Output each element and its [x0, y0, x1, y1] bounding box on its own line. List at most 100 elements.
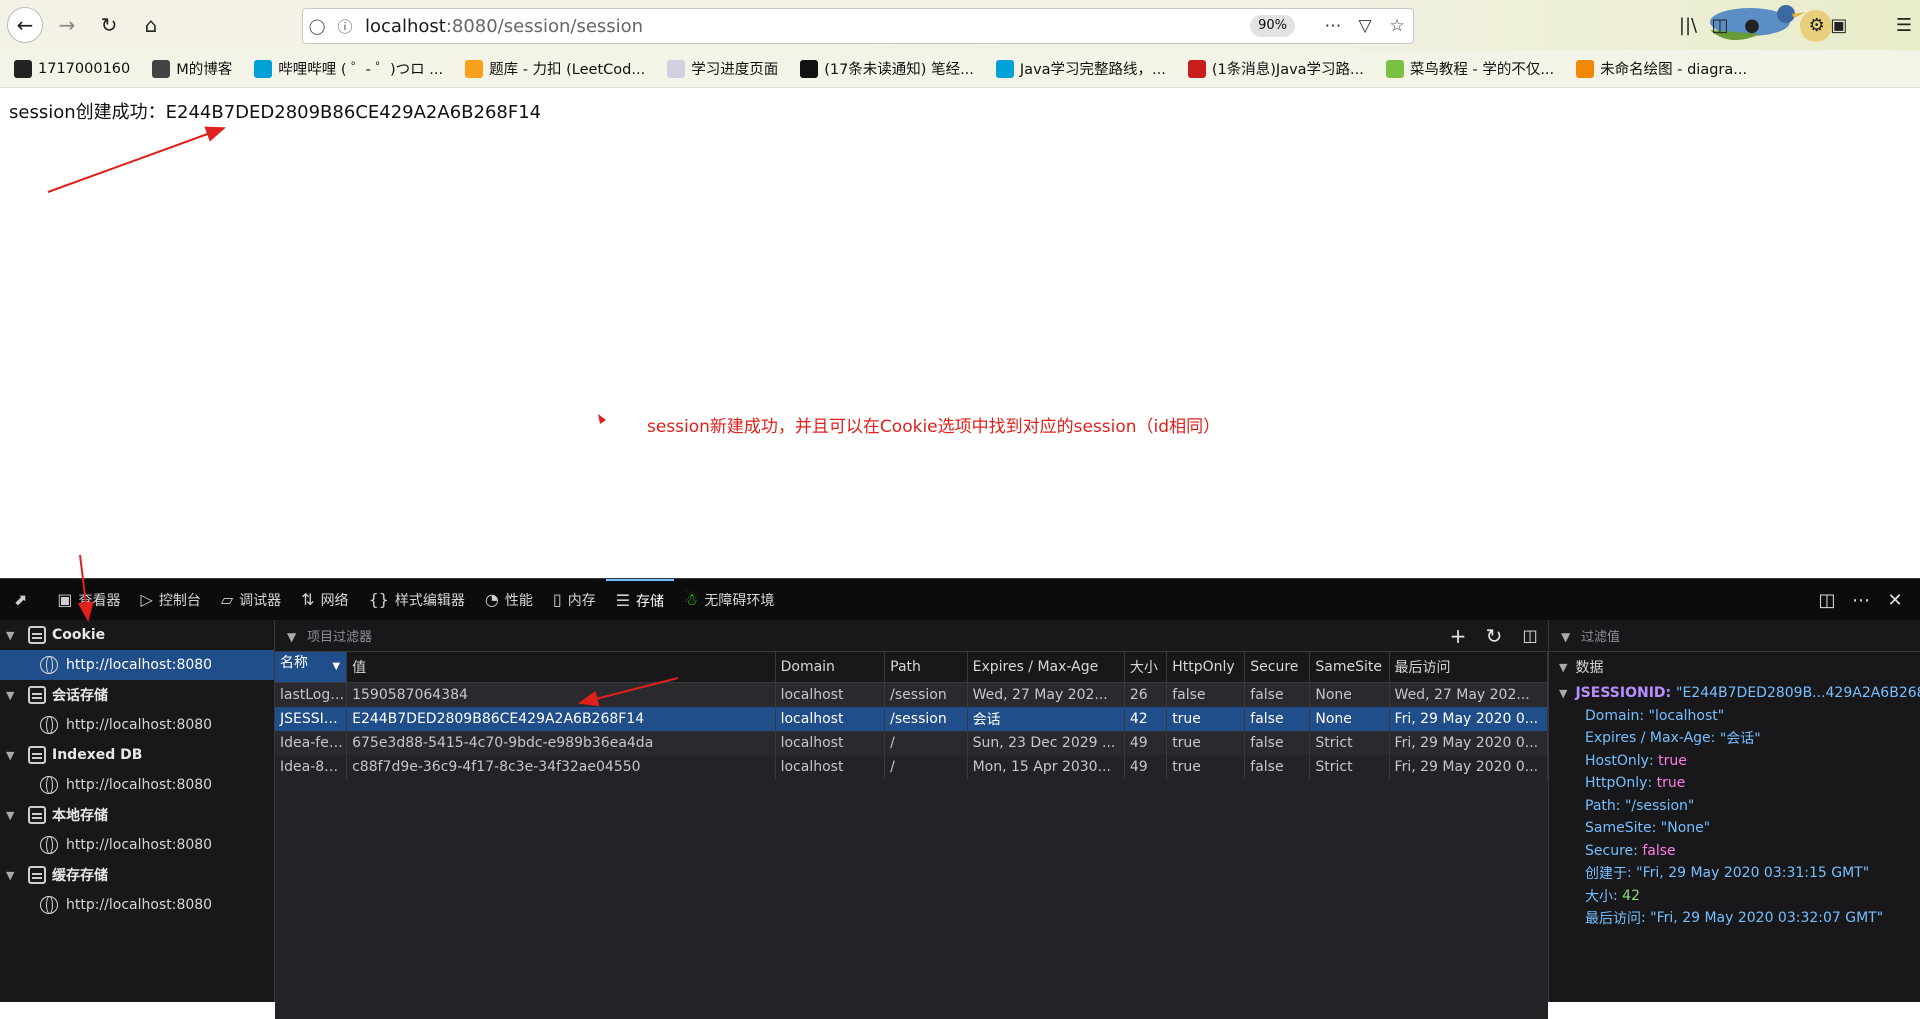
bookmark-item[interactable]: M的博客 [152, 58, 232, 79]
table-cell[interactable]: c88f7d9e-36c9-4f17-8c3e-34f32ae04550 [346, 754, 776, 779]
sidebar-icon[interactable]: ◫ [1704, 15, 1736, 36]
table-cell[interactable]: localhost [775, 706, 886, 731]
pocket-icon[interactable]: ▽ [1349, 16, 1381, 36]
column-header[interactable]: 名称 ▼ [275, 652, 348, 683]
column-header[interactable]: 值 [346, 652, 776, 683]
column-header[interactable]: HttpOnly [1166, 652, 1246, 683]
close-icon[interactable]: ✕ [1878, 590, 1912, 611]
devtools-tab[interactable]: ⇅ 网络 [291, 579, 358, 621]
back-button[interactable]: ← [7, 7, 43, 43]
storage-origin-item[interactable]: http://localhost:8080 [0, 890, 274, 920]
column-header[interactable]: 最后访问 [1389, 652, 1549, 683]
devtools-tab[interactable]: ▯ 内存 [543, 579, 606, 621]
details-field[interactable]: 大小: 42 [1549, 885, 1920, 908]
bookmark-item[interactable]: 未命名绘图 - diagra... [1576, 58, 1747, 79]
details-field[interactable]: HttpOnly: true [1549, 772, 1920, 795]
table-cell[interactable]: E244B7DED2809B86CE429A2A6B268F14 [346, 706, 776, 731]
bookmark-item[interactable]: (1条消息)Java学习路... [1187, 58, 1364, 79]
details-field[interactable]: SameSite: "None" [1549, 817, 1920, 840]
table-cell[interactable]: / [884, 730, 968, 755]
table-cell[interactable]: 会话 [967, 706, 1125, 731]
refresh-button[interactable]: ↻ [1476, 624, 1512, 648]
table-row[interactable]: Idea-829...c88f7d9e-36c9-4f17-8c3e-34f32… [275, 754, 1549, 779]
table-cell[interactable]: Mon, 15 Apr 2030... [967, 754, 1125, 779]
account-icon[interactable]: ● [1736, 15, 1768, 36]
extension-icons[interactable]: ⚙ ▣ [1768, 15, 1888, 36]
table-row[interactable]: JSESSIO... E244B7DED2809B86CE429A2A6B268F… [275, 706, 1549, 731]
table-cell[interactable]: 49 [1124, 730, 1168, 755]
dock-icon[interactable]: ◫ [1810, 590, 1844, 611]
devtools-tab[interactable]: ◔ 性能 [475, 579, 543, 621]
bookmark-item[interactable]: 学习进度页面 [667, 58, 778, 79]
bookmark-item[interactable]: Java学习完整路线，... [995, 58, 1166, 79]
bookmark-item[interactable]: 哔哩哔哩 ( ゜- ゜)つロ ... [254, 58, 443, 79]
devtools-tab[interactable]: ▷ 控制台 [131, 579, 211, 621]
column-header[interactable]: SameSite [1309, 652, 1390, 683]
table-cell[interactable]: Strict [1309, 754, 1390, 779]
table-cell[interactable]: true [1166, 730, 1246, 755]
menu-icon[interactable]: ☰ [1888, 15, 1920, 36]
details-field[interactable]: Secure: false [1549, 840, 1920, 863]
details-field[interactable]: 最后访问: "Fri, 29 May 2020 03:32:07 GMT" [1549, 907, 1920, 930]
details-root-entry[interactable]: ▼ JSESSIONID: "E244B7DED2809B...429A2A6B… [1549, 682, 1920, 705]
item-filter-input[interactable]: 项目过滤器 [307, 626, 1440, 645]
value-filter-input[interactable]: 过滤值 [1581, 626, 1920, 645]
info-icon[interactable]: ⓘ [331, 16, 359, 37]
column-header[interactable]: Secure [1244, 652, 1311, 683]
storage-origin-item[interactable]: http://localhost:8080 [0, 650, 274, 680]
library-icon[interactable]: ||\ [1672, 15, 1704, 36]
details-field[interactable]: Expires / Max-Age: "会话" [1549, 727, 1920, 750]
table-cell[interactable]: 26 [1124, 682, 1168, 707]
url-text[interactable]: localhost:8080/session/session [365, 16, 1250, 37]
devtools-tab[interactable]: ▣ 查看器 [47, 579, 130, 621]
devtools-tab[interactable]: ☃ 无障碍环境 [674, 579, 784, 621]
details-field[interactable]: HostOnly: true [1549, 750, 1920, 773]
details-field[interactable]: Domain: "localhost" [1549, 705, 1920, 728]
table-cell[interactable]: None [1309, 706, 1390, 731]
details-field[interactable]: Path: "/session" [1549, 795, 1920, 818]
add-item-button[interactable]: + [1440, 624, 1476, 648]
storage-group[interactable]: ▼ 本地存储 [0, 800, 274, 830]
table-row[interactable]: Idea-fe3... 675e3d88-5415-4c70-9bdc-e989b… [275, 730, 1549, 755]
table-cell[interactable]: Idea-fe3... [275, 730, 348, 755]
data-section-header[interactable]: ▼ 数据 [1549, 652, 1920, 682]
table-cell[interactable]: Idea-829... [275, 754, 348, 779]
table-cell[interactable]: Strict [1309, 730, 1390, 755]
table-cell[interactable]: 49 [1124, 754, 1168, 779]
table-cell[interactable]: 1590587064384 [346, 682, 776, 707]
table-cell[interactable]: localhost [775, 730, 886, 755]
storage-group[interactable]: ▼ Cookie [0, 620, 274, 650]
table-cell[interactable]: false [1166, 682, 1246, 707]
table-cell[interactable]: Fri, 29 May 2020 0... [1389, 706, 1549, 731]
storage-origin-item[interactable]: http://localhost:8080 [0, 830, 274, 860]
column-header[interactable]: Path [884, 652, 968, 683]
table-cell[interactable]: None [1309, 682, 1390, 707]
table-row[interactable]: lastLogi... 1590587064384 localhost/sessio… [275, 682, 1549, 707]
table-cell[interactable]: Wed, 27 May 202... [967, 682, 1125, 707]
table-cell[interactable]: 42 [1124, 706, 1168, 731]
storage-origin-item[interactable]: http://localhost:8080 [0, 770, 274, 800]
table-cell[interactable]: / [884, 754, 968, 779]
table-cell[interactable]: localhost [775, 754, 886, 779]
storage-group[interactable]: ▼ Indexed DB [0, 740, 274, 770]
toggle-sidebar-button[interactable]: ◫ [1512, 626, 1548, 645]
table-cell[interactable]: 675e3d88-5415-4c70-9bdc-e989b36ea4da [346, 730, 776, 755]
zoom-level[interactable]: 90% [1250, 15, 1295, 37]
storage-group[interactable]: ▼ 会话存储 [0, 680, 274, 710]
table-cell[interactable]: Sun, 23 Dec 2029 ... [967, 730, 1125, 755]
table-cell[interactable]: JSESSIO... [275, 706, 348, 731]
column-header[interactable]: Domain [775, 652, 886, 683]
pick-element-button[interactable]: ⬈ [0, 579, 47, 621]
table-cell[interactable]: lastLogi... [275, 682, 348, 707]
devtools-tab[interactable]: {} 样式编辑器 [359, 579, 475, 621]
table-cell[interactable]: false [1244, 682, 1311, 707]
table-cell[interactable]: Fri, 29 May 2020 0... [1389, 754, 1549, 779]
url-bar[interactable]: ◯ ⓘ localhost:8080/session/session 90% ⋯… [302, 8, 1414, 44]
column-header[interactable]: 大小 [1124, 652, 1168, 683]
details-field[interactable]: 创建于: "Fri, 29 May 2020 03:31:15 GMT" [1549, 862, 1920, 885]
forward-button[interactable]: → [49, 7, 85, 43]
table-cell[interactable]: localhost [775, 682, 886, 707]
table-cell[interactable]: Fri, 29 May 2020 0... [1389, 730, 1549, 755]
column-header[interactable]: Expires / Max-Age [967, 652, 1125, 683]
storage-origin-item[interactable]: http://localhost:8080 [0, 710, 274, 740]
